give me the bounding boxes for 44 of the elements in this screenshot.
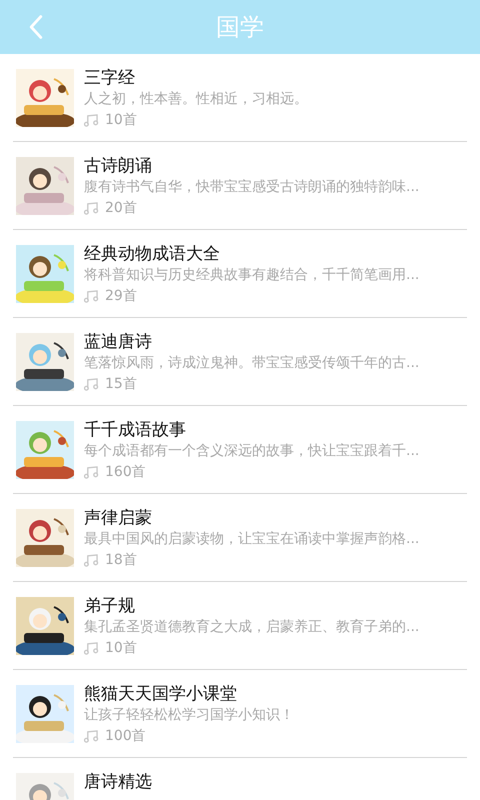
track-count: 18首 (105, 551, 137, 569)
item-description: 集孔孟圣贤道德教育之大成，启蒙养正、教育子弟的... (84, 618, 420, 637)
list-item[interactable]: 经典动物成语大全 将科普知识与历史经典故事有趣结合，千千简笔画用... 29首 (13, 230, 467, 318)
music-note-icon (84, 114, 99, 126)
track-count: 10首 (105, 639, 137, 657)
item-title: 声律启蒙 (84, 508, 153, 528)
track-count: 20首 (105, 199, 137, 217)
item-description: 将科普知识与历史经典故事有趣结合，千千简笔画用... (84, 266, 420, 285)
track-count: 160首 (105, 463, 146, 481)
item-title: 唐诗精选 (84, 772, 152, 792)
music-note-icon (84, 642, 99, 654)
item-title: 古诗朗诵 (84, 156, 153, 176)
item-description: 笔落惊风雨，诗成泣鬼神。带宝宝感受传颂千年的古... (84, 354, 420, 373)
list-item[interactable]: 唐诗精选 (13, 758, 467, 800)
music-note-icon (84, 202, 99, 214)
list-item[interactable]: 三字经 人之初，性本善。性相近，习相远。 10首 (13, 54, 467, 142)
music-note-icon (84, 290, 99, 302)
item-title: 熊猫天天国学小课堂 (84, 684, 238, 704)
item-description: 腹有诗书气自华，快带宝宝感受古诗朗诵的独特韵味... (84, 178, 420, 197)
page-title: 国学 (216, 12, 264, 43)
item-description: 最具中国风的启蒙读物，让宝宝在诵读中掌握声韵格... (84, 530, 420, 549)
track-count: 100首 (105, 727, 146, 745)
music-note-icon (84, 378, 99, 390)
track-count: 10首 (105, 111, 137, 129)
music-note-icon (84, 730, 99, 742)
list-item[interactable]: 声律启蒙 最具中国风的启蒙读物，让宝宝在诵读中掌握声韵格... 18首 (13, 494, 467, 582)
back-icon[interactable] (28, 13, 44, 41)
track-count: 15首 (105, 375, 137, 393)
item-description: 人之初，性本善。性相近，习相远。 (84, 90, 308, 109)
list-item[interactable]: 蓝迪唐诗 笔落惊风雨，诗成泣鬼神。带宝宝感受传颂千年的古... 15首 (13, 318, 467, 406)
list-item[interactable]: 熊猫天天国学小课堂 让孩子轻轻松松学习国学小知识！ 100首 (13, 670, 467, 758)
list-item[interactable]: 古诗朗诵 腹有诗书气自华，快带宝宝感受古诗朗诵的独特韵味... 20首 (13, 142, 467, 230)
item-title: 弟子规 (84, 596, 136, 616)
item-title: 千千成语故事 (84, 420, 187, 440)
item-title: 三字经 (84, 68, 136, 88)
item-title: 经典动物成语大全 (84, 244, 221, 264)
list-item[interactable]: 千千成语故事 每个成语都有一个含义深远的故事，快让宝宝跟着千... 160首 (13, 406, 467, 494)
item-description: 让孩子轻轻松松学习国学小知识！ (84, 706, 294, 725)
music-note-icon (84, 466, 99, 478)
music-note-icon (84, 554, 99, 566)
item-description: 每个成语都有一个含义深远的故事，快让宝宝跟着千... (84, 442, 420, 461)
item-title: 蓝迪唐诗 (84, 332, 153, 352)
list-item[interactable]: 弟子规 集孔孟圣贤道德教育之大成，启蒙养正、教育子弟的... 10首 (13, 582, 467, 670)
track-count: 29首 (105, 287, 137, 305)
